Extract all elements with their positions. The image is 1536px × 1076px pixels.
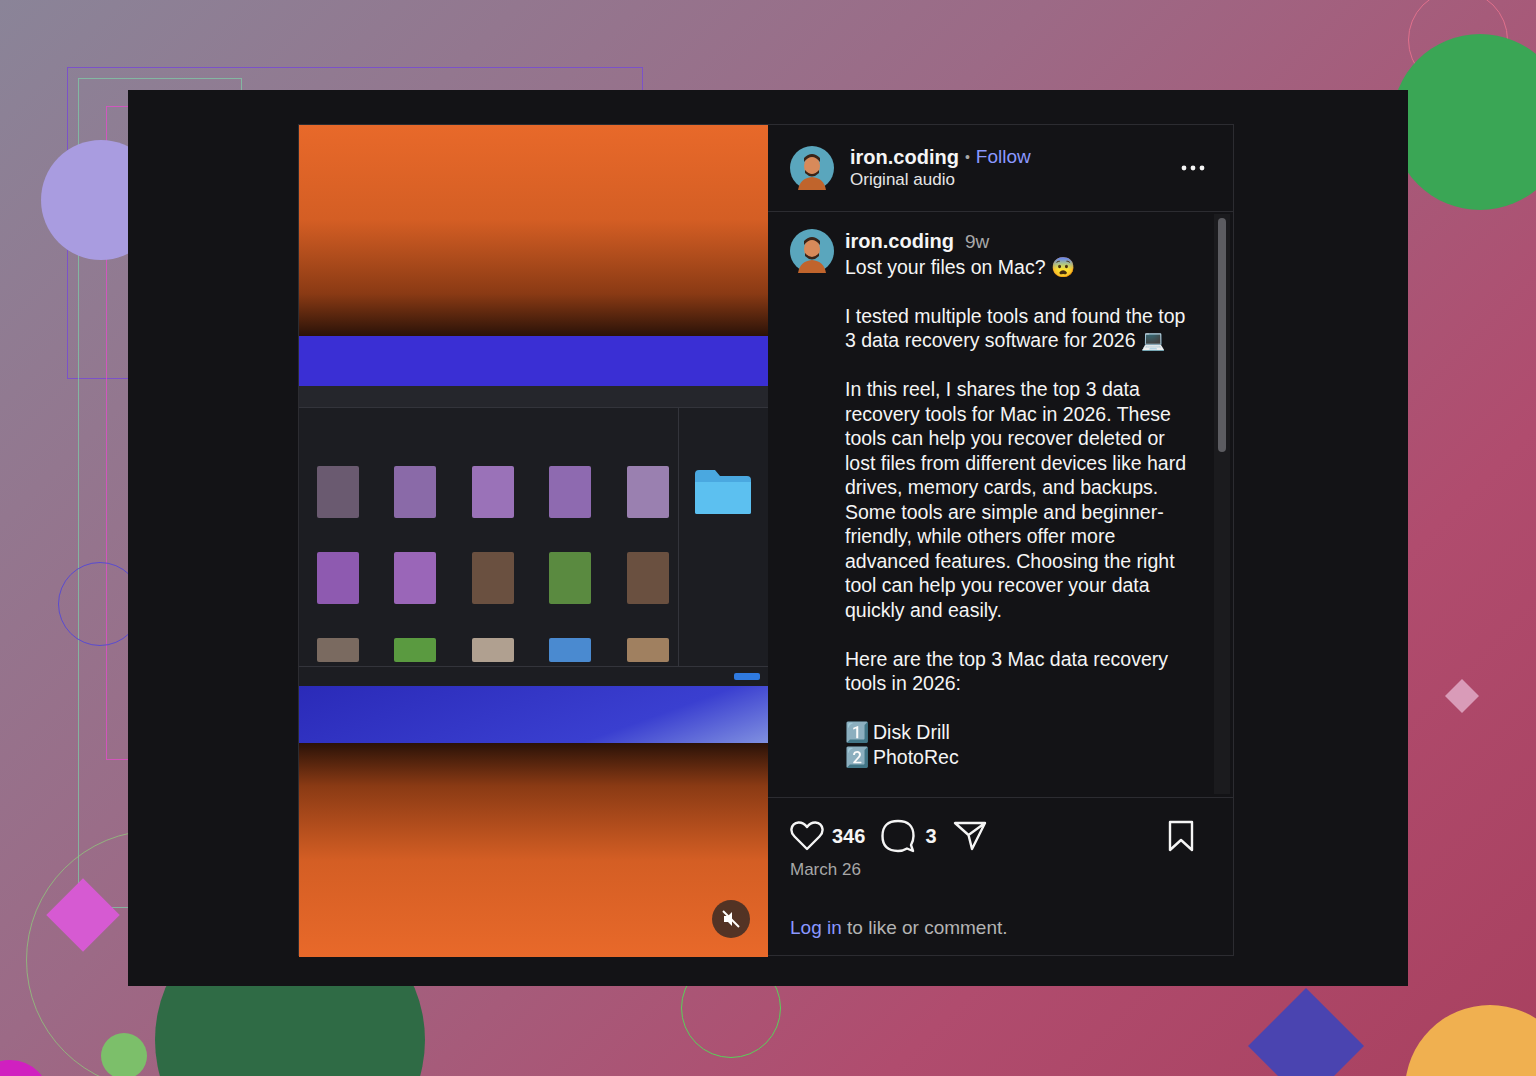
avatar-icon[interactable] <box>790 146 834 190</box>
comment-count[interactable]: 3 <box>925 821 936 851</box>
tool-number: 2️⃣ <box>845 745 869 770</box>
tool-list: 1️⃣Disk Drill2️⃣PhotoRec <box>845 720 1193 769</box>
post-header: iron.coding • Follow Original audio <box>768 125 1233 212</box>
login-text: to like or comment. <box>842 917 1008 938</box>
green-circle <box>1392 34 1536 210</box>
blue-diamond <box>1248 988 1364 1076</box>
post-sidebar: iron.coding • Follow Original audio iron… <box>768 125 1233 955</box>
bookmark-icon[interactable] <box>1167 820 1195 852</box>
folder-icon <box>693 468 753 516</box>
light-diamond <box>1445 679 1479 713</box>
tool-item: 1️⃣Disk Drill <box>845 720 1193 745</box>
post-footer: 346 3 March 26 Log in to like or comment… <box>768 797 1233 955</box>
light-green-circle <box>101 1033 147 1076</box>
caption-paragraph: I tested multiple tools and found the to… <box>845 304 1193 353</box>
more-icon[interactable] <box>1181 164 1205 172</box>
pink-diamond <box>46 878 120 952</box>
app-screenshot <box>299 386 768 686</box>
scrollbar[interactable] <box>1214 214 1230 794</box>
scrollbar-thumb[interactable] <box>1218 218 1226 452</box>
share-icon[interactable] <box>953 820 987 852</box>
comment-icon[interactable] <box>881 819 915 853</box>
magenta-circle <box>0 1060 50 1076</box>
post-date: March 26 <box>790 858 1211 882</box>
embed-card: iron.coding • Follow Original audio iron… <box>128 90 1408 986</box>
author-name[interactable]: iron.coding <box>850 145 959 169</box>
follow-button[interactable]: Follow <box>976 145 1031 169</box>
tool-number: 1️⃣ <box>845 720 869 745</box>
tool-name: PhotoRec <box>873 745 959 770</box>
separator: • <box>965 145 970 169</box>
video-frame[interactable] <box>299 125 768 957</box>
outline-circle <box>1408 0 1508 90</box>
post-age: 9w <box>965 230 989 255</box>
caption-paragraph: In this reel, I shares the top 3 data re… <box>845 377 1193 622</box>
login-link[interactable]: Log in <box>790 917 842 938</box>
mute-button[interactable] <box>712 900 750 938</box>
tool-item: 2️⃣PhotoRec <box>845 745 1193 770</box>
speaker-icon <box>721 909 741 929</box>
like-count[interactable]: 346 <box>832 821 865 851</box>
heart-icon[interactable] <box>790 820 824 852</box>
caption-paragraph: Here are the top 3 Mac data recovery too… <box>845 647 1193 696</box>
caption-paragraph: Lost your files on Mac? 😨 <box>845 255 1193 280</box>
caption-author[interactable]: iron.coding <box>845 229 954 254</box>
caption-area: iron.coding 9w Lost your files on Mac? 😨… <box>768 212 1233 797</box>
instagram-post: iron.coding • Follow Original audio iron… <box>298 124 1234 956</box>
audio-label[interactable]: Original audio <box>850 169 1165 191</box>
orange-circle <box>1405 1005 1536 1076</box>
avatar-icon[interactable] <box>790 229 834 273</box>
tool-name: Disk Drill <box>873 720 950 745</box>
